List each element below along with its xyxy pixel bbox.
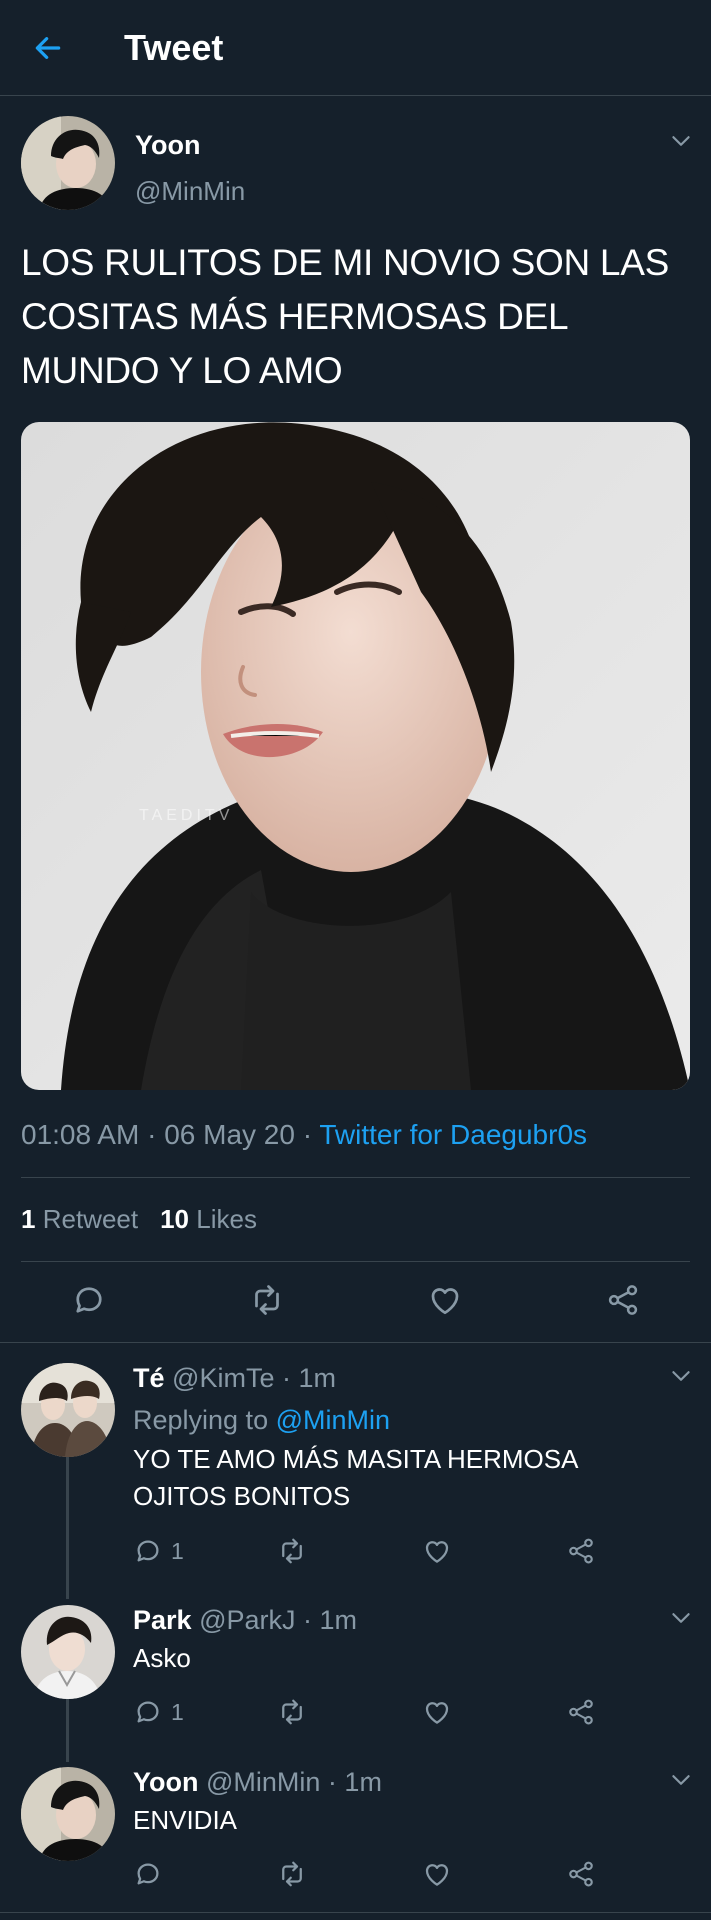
tweet-options-button[interactable] xyxy=(666,1361,696,1391)
divider xyxy=(21,1177,690,1178)
back-button[interactable] xyxy=(28,28,68,68)
reply-author-name[interactable]: Yoon xyxy=(133,1767,198,1797)
retweet-icon xyxy=(277,1859,307,1889)
retweet-button[interactable] xyxy=(243,1276,291,1324)
reply-author-handle[interactable]: @MinMin xyxy=(206,1767,320,1797)
author-name[interactable]: Yoon xyxy=(135,128,200,162)
likes-count: 10 xyxy=(160,1204,190,1234)
divider xyxy=(21,1261,690,1262)
share-button[interactable] xyxy=(566,1533,596,1569)
retweets-label: Retweet xyxy=(42,1204,139,1234)
page-title: Tweet xyxy=(124,27,224,68)
reply-author-name[interactable]: Park xyxy=(133,1605,192,1635)
media-watermark: TAEDITV xyxy=(139,807,234,824)
tweet-text: LOS RULITOS DE MI NOVIO SON LAS COSITAS … xyxy=(21,242,669,391)
reply-time: 1m xyxy=(319,1605,358,1635)
thread-line xyxy=(66,1699,69,1762)
retweet-icon xyxy=(277,1697,307,1727)
reply-header: Park @ParkJ · 1m xyxy=(133,1605,358,1635)
retweet-button[interactable] xyxy=(277,1694,307,1730)
avatar[interactable] xyxy=(21,116,115,210)
reply-text: ENVIDIA xyxy=(133,1805,238,1835)
retweet-button[interactable] xyxy=(277,1533,307,1569)
reply-count: 1 xyxy=(171,1698,184,1725)
tweet-options-button[interactable] xyxy=(666,1603,696,1633)
like-icon xyxy=(422,1859,452,1889)
like-icon xyxy=(422,1697,452,1727)
likes-label: Likes xyxy=(196,1204,257,1234)
reply-icon xyxy=(71,1282,107,1318)
author-handle[interactable]: @MinMin xyxy=(135,175,245,207)
share-icon xyxy=(605,1282,641,1318)
reply-button[interactable]: 1 xyxy=(133,1533,184,1569)
tweet-stats: 1 Retweet 10 Likes xyxy=(21,1202,257,1236)
share-icon xyxy=(566,1859,596,1889)
tweet-time: 01:08 AM xyxy=(21,1119,140,1150)
reply-button[interactable]: 1 xyxy=(133,1694,184,1730)
like-icon xyxy=(422,1536,452,1566)
chevron-down-icon xyxy=(668,1363,694,1389)
chevron-down-icon xyxy=(668,1605,694,1631)
tweet-timestamp: 01:08 AM · 06 May 20 · Twitter for Daegu… xyxy=(21,1119,588,1150)
replying-to: Replying to @MinMin xyxy=(133,1403,390,1437)
tweet-date: 06 May 20 xyxy=(164,1119,295,1150)
tweet-source-link[interactable]: Twitter for Daegubr0s xyxy=(319,1119,587,1150)
reply-time: 1m xyxy=(344,1767,382,1797)
reply-icon xyxy=(133,1697,163,1727)
reply-author-name[interactable]: Té xyxy=(133,1363,165,1393)
replying-to-prefix: Replying to xyxy=(133,1405,269,1435)
reply-header: Té @KimTe · 1m xyxy=(133,1363,336,1393)
reply-icon xyxy=(133,1859,163,1889)
retweets-stat[interactable]: 1 Retweet xyxy=(21,1204,138,1234)
share-icon xyxy=(566,1536,596,1566)
tweet-options-button[interactable] xyxy=(666,1765,696,1795)
like-button[interactable] xyxy=(421,1276,469,1324)
avatar[interactable] xyxy=(21,1363,115,1457)
like-button[interactable] xyxy=(422,1694,452,1730)
retweets-count: 1 xyxy=(21,1204,36,1234)
retweet-icon xyxy=(277,1536,307,1566)
replying-to-link[interactable]: @MinMin xyxy=(276,1405,390,1435)
reply-time: 1m xyxy=(298,1363,336,1393)
share-button[interactable] xyxy=(566,1694,596,1730)
share-button[interactable] xyxy=(599,1276,647,1324)
reply-header: Yoon @MinMin · 1m xyxy=(133,1767,382,1797)
divider xyxy=(0,1912,711,1913)
retweet-icon xyxy=(249,1282,285,1318)
thread-line xyxy=(66,1457,69,1599)
divider xyxy=(0,1342,711,1343)
retweet-button[interactable] xyxy=(277,1856,307,1892)
chevron-down-icon xyxy=(668,1767,694,1793)
share-button[interactable] xyxy=(566,1856,596,1892)
reply-count: 1 xyxy=(171,1537,184,1564)
reply-author-handle[interactable]: @ParkJ xyxy=(199,1605,295,1635)
tweet-image[interactable]: TAEDITV xyxy=(21,422,690,1090)
like-button[interactable] xyxy=(422,1533,452,1569)
tweet-options-button[interactable] xyxy=(666,126,696,156)
like-button[interactable] xyxy=(422,1856,452,1892)
reply-author-handle[interactable]: @KimTe xyxy=(172,1363,274,1393)
avatar[interactable] xyxy=(21,1767,115,1861)
top-bar: Tweet xyxy=(0,0,711,96)
chevron-down-icon xyxy=(668,128,694,154)
reply-button[interactable] xyxy=(133,1856,171,1892)
likes-stat[interactable]: 10 Likes xyxy=(160,1204,257,1234)
reply-text: Asko xyxy=(133,1643,191,1673)
share-icon xyxy=(566,1697,596,1727)
avatar[interactable] xyxy=(21,1605,115,1699)
like-icon xyxy=(427,1282,463,1318)
reply-text: YO TE AMO MÁS MASITA HERMOSA OJITOS BONI… xyxy=(133,1444,578,1511)
arrow-left-icon xyxy=(32,32,64,64)
reply-icon xyxy=(133,1536,163,1566)
reply-button[interactable] xyxy=(65,1276,113,1324)
